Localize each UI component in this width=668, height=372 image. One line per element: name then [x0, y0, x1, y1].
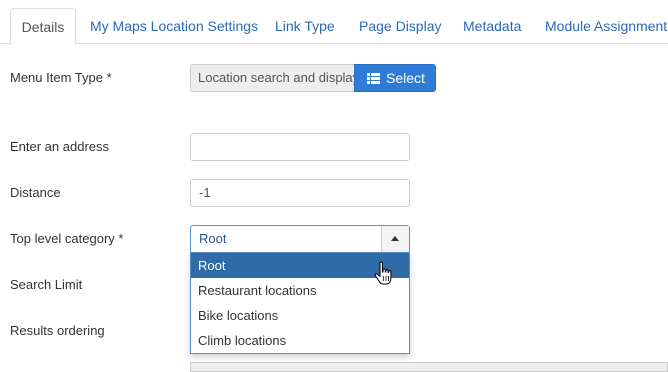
tab-page-display[interactable]: Page Display	[359, 8, 442, 44]
results-ordering-field[interactable]	[190, 362, 668, 372]
search-limit-label: Search Limit	[10, 277, 83, 292]
address-label: Enter an address	[10, 139, 110, 154]
tab-link-type[interactable]: Link Type	[275, 8, 335, 44]
tab-metadata[interactable]: Metadata	[463, 8, 521, 44]
top-category-label: Top level category *	[10, 231, 124, 246]
option-climb-locations[interactable]: Climb locations	[191, 328, 409, 353]
option-bike-locations[interactable]: Bike locations	[191, 303, 409, 328]
select-button[interactable]: Select	[354, 64, 436, 92]
menu-item-type-field: Location search and display	[190, 64, 356, 92]
tab-module-assignment[interactable]: Module Assignment	[545, 8, 667, 44]
tab-details[interactable]: Details	[10, 8, 76, 45]
top-category-select[interactable]: Root	[190, 225, 410, 253]
top-category-selected-value: Root	[199, 231, 227, 246]
distance-input[interactable]: -1	[190, 179, 410, 207]
tab-bar: Details My Maps Location Settings Link T…	[0, 0, 668, 45]
tab-my-maps-location-settings[interactable]: My Maps Location Settings	[90, 8, 258, 44]
chevron-up-icon[interactable]	[381, 226, 409, 252]
address-input[interactable]	[190, 133, 410, 161]
list-icon	[367, 73, 380, 84]
hand-pointer-icon	[374, 261, 392, 285]
select-button-label: Select	[386, 70, 425, 86]
results-ordering-label: Results ordering	[10, 323, 105, 338]
distance-label: Distance	[10, 185, 61, 200]
menu-item-type-label: Menu Item Type *	[10, 70, 112, 85]
